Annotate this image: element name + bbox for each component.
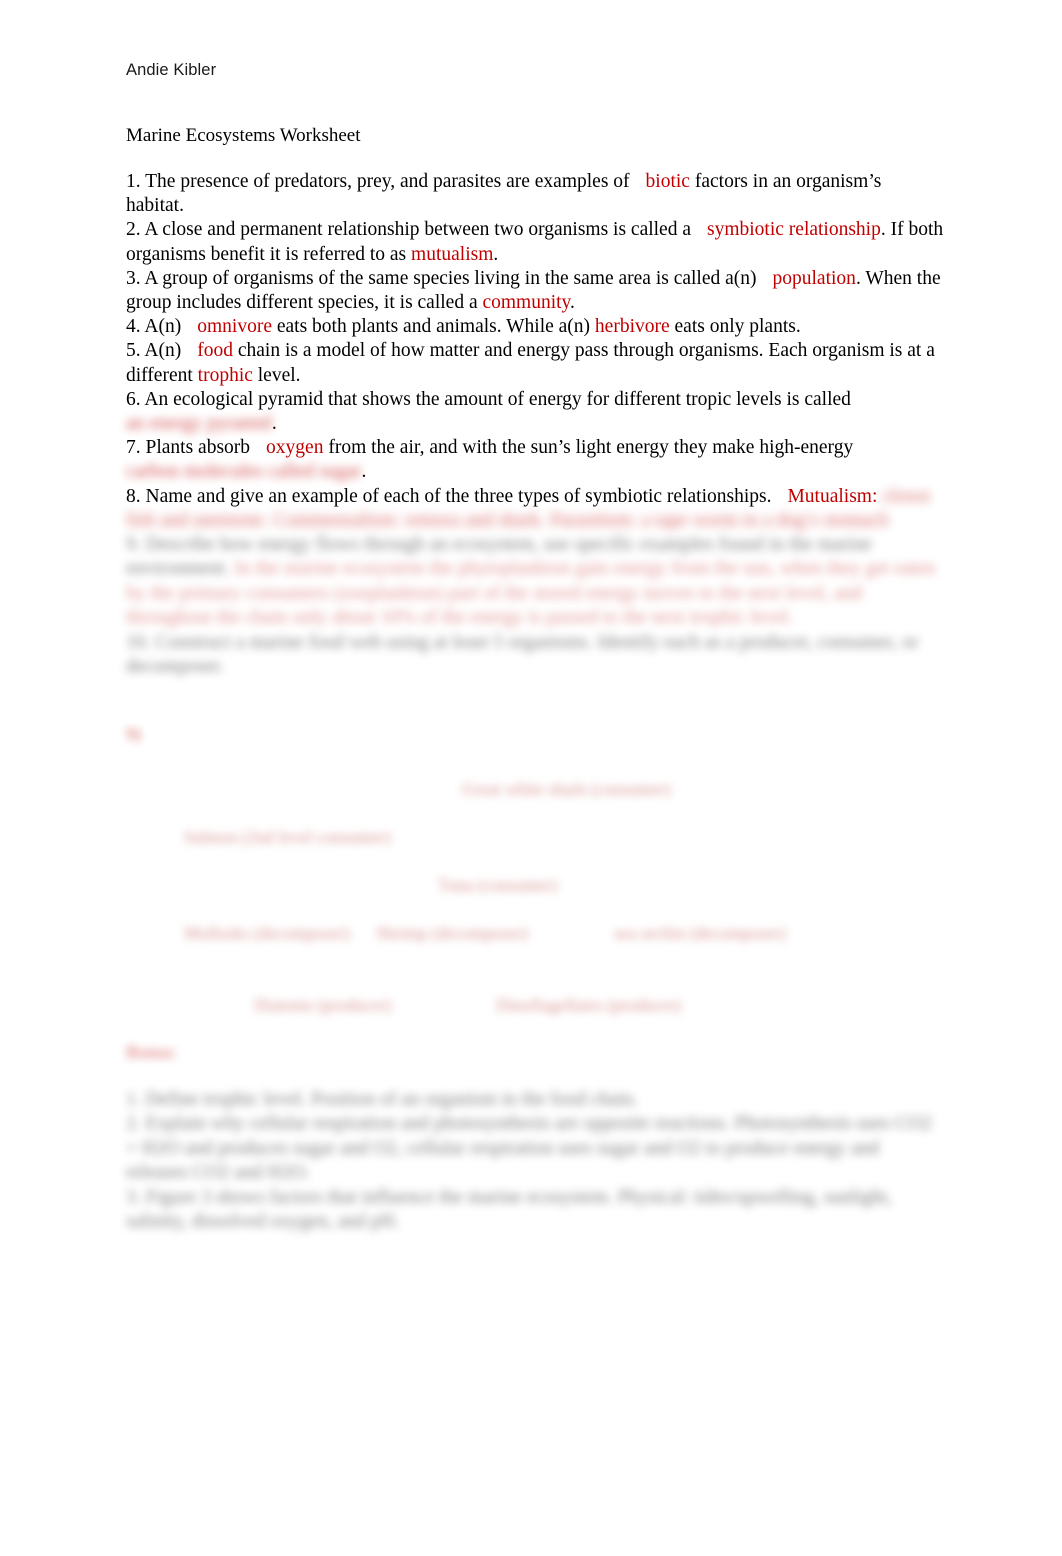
document-page: Andie Kibler Marine Ecosystems Worksheet… xyxy=(0,0,1062,1556)
bonus-question-1: 1. Define trophic level. Position of an … xyxy=(126,1089,638,1110)
question-10-prompt-redacted: 10. Construct a marine food web using at… xyxy=(126,631,919,678)
food-web-label-great-white-shark: Great white shark (consumer) xyxy=(462,779,671,799)
question-2-answer-b: mutualism xyxy=(411,243,494,265)
question-2-prompt-c: . xyxy=(493,243,499,265)
question-8-answer-label: Mutualism: xyxy=(787,485,878,507)
food-web-label-shrimp: Shrimp (decomposer) xyxy=(376,923,529,943)
question-4-prompt-b: eats both plants and animals. While a(n) xyxy=(276,316,591,338)
bonus-question-2: 2. Explain why cellular respiration and … xyxy=(126,1113,932,1184)
student-name: Andie Kibler xyxy=(126,61,217,79)
question-2-answer-a: symbiotic relationship xyxy=(707,219,881,241)
question-1-prompt-a: 1. The presence of predators, prey, and … xyxy=(126,171,630,192)
question-3-answer-b: community xyxy=(482,292,571,314)
page-title: Marine Ecosystems Worksheet xyxy=(126,125,361,146)
question-2: 2. A close and permanent relationship be… xyxy=(126,218,944,266)
food-web-label-dinoflagellates: Dinoflagellates (producer) xyxy=(496,995,682,1015)
question-7-prompt-b: from the air, and with the sun’s light e… xyxy=(328,437,854,459)
question-7-prompt-a: 7. Plants absorb xyxy=(126,437,251,459)
question-6-prompt-b: . xyxy=(271,413,277,435)
question-5: 5. A(n) food chain is a model of how matt… xyxy=(126,339,944,387)
question-7-answer-a: oxygen xyxy=(266,437,324,459)
food-web-label-sea-urchin: sea urchin (decomposer) xyxy=(614,923,787,943)
food-web-label-salmon: Salmon (2nd level consumer) xyxy=(184,827,391,847)
question-4-prompt-c: eats only plants. xyxy=(674,316,801,338)
question-3-prompt-a: 3. A group of organisms of the same spec… xyxy=(126,267,757,289)
question-3: 3. A group of organisms of the same spec… xyxy=(126,267,944,315)
document-body: Marine Ecosystems Worksheet 1. The prese… xyxy=(126,124,944,679)
bonus-section: Bonus: 1. Define trophic level. Position… xyxy=(126,1040,944,1234)
question-1: 1. The presence of predators, prey, and … xyxy=(126,170,944,218)
bonus-heading: Bonus: xyxy=(126,1042,178,1062)
question-5-prompt-a: 5. A(n) xyxy=(126,340,182,362)
food-web-marker: 9) xyxy=(126,724,141,744)
question-6-prompt-a: 6. An ecological pyramid that shows the … xyxy=(126,388,851,410)
question-5-prompt-c: level. xyxy=(257,364,301,386)
question-3-answer-a: population xyxy=(772,267,856,289)
food-web-label-tuna: Tuna (consumer) xyxy=(438,875,558,895)
question-1-answer: biotic xyxy=(645,171,690,192)
question-9-answer-redacted: In the marine ecosystem the phytoplankto… xyxy=(126,558,936,629)
food-web-label-mollusks: Mollusks (decomposer) xyxy=(184,923,350,943)
food-web-label-diatoms: Diatoms (producer) xyxy=(254,995,392,1015)
question-6: 6. An ecological pyramid that shows the … xyxy=(126,388,944,436)
question-10: 10. Construct a marine food web using at… xyxy=(126,631,944,680)
question-5-answer-a: food xyxy=(197,340,233,362)
question-4-answer-b: herbivore xyxy=(594,316,670,338)
question-9: 9. Describe how energy flows through an … xyxy=(126,533,944,631)
bonus-question-3: 3. Figure 3 shows factors that influence… xyxy=(126,1186,892,1233)
question-7-prompt-c: . xyxy=(361,461,367,483)
question-4: 4. A(n) omnivore eats both plants and ani… xyxy=(126,315,944,339)
question-5-answer-b: trophic xyxy=(197,364,253,386)
question-2-prompt-a: 2. A close and permanent relationship be… xyxy=(126,219,691,241)
food-web-diagram: 9) Great white shark (consumer) Salmon (… xyxy=(126,716,944,1036)
question-7: 7. Plants absorb oxygen from the air, and… xyxy=(126,436,944,484)
question-4-prompt-a: 4. A(n) xyxy=(126,316,182,338)
question-3-prompt-c: . xyxy=(570,292,575,314)
question-8-prompt: 8. Name and give an example of each of t… xyxy=(126,485,772,507)
question-8: 8. Name and give an example of each of t… xyxy=(126,485,944,533)
question-7-answer-redacted: carbon molecules called sugar xyxy=(126,461,362,483)
question-4-answer-a: omnivore xyxy=(197,316,272,338)
question-6-answer-redacted: an energy pyramid xyxy=(126,413,272,435)
